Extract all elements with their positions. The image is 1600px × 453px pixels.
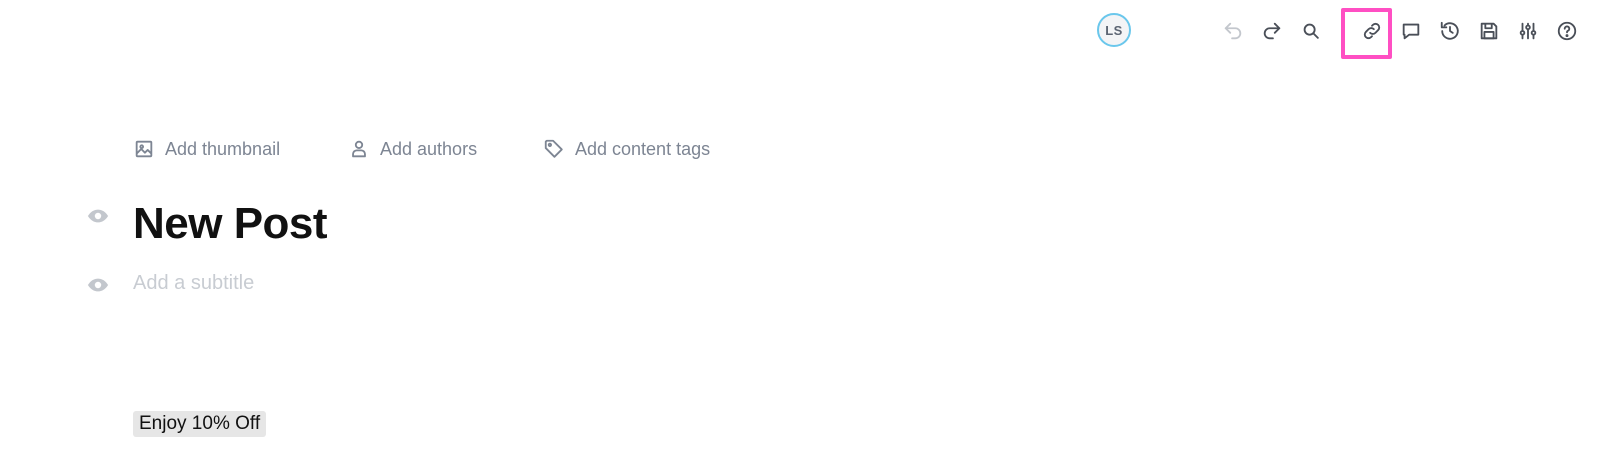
settings-button[interactable]: [1511, 14, 1545, 48]
add-thumbnail-label: Add thumbnail: [165, 138, 281, 159]
person-icon: [352, 140, 366, 158]
search-icon: [1303, 23, 1319, 39]
eye-icon: [87, 209, 109, 223]
subtitle-input[interactable]: Add a subtitle: [133, 272, 254, 295]
title-visibility-toggle[interactable]: [86, 204, 110, 228]
help-icon: [1557, 21, 1577, 41]
tag-icon: [544, 139, 563, 158]
post-title[interactable]: New Post: [133, 199, 328, 249]
promo-text[interactable]: Enjoy 10% Off: [133, 411, 267, 437]
help-button[interactable]: [1550, 14, 1584, 48]
comment-button[interactable]: [1394, 14, 1428, 48]
user-avatar[interactable]: LS: [1097, 13, 1131, 47]
undo-button[interactable]: [1216, 14, 1250, 48]
redo-icon: [1263, 22, 1281, 40]
save-button[interactable]: [1472, 14, 1506, 48]
add-authors-button[interactable]: Add authors: [348, 135, 477, 163]
undo-icon: [1224, 22, 1242, 40]
link-icon: [1363, 22, 1381, 40]
history-button[interactable]: [1433, 14, 1467, 48]
link-button[interactable]: [1355, 14, 1389, 48]
subtitle-visibility-toggle[interactable]: [86, 273, 110, 297]
history-icon: [1440, 21, 1459, 40]
search-button[interactable]: [1294, 14, 1328, 48]
eye-icon: [87, 278, 109, 292]
add-content-tags-button[interactable]: Add content tags: [543, 135, 710, 163]
editor-page: LS Add thumbnail Add authors Add content…: [0, 0, 1600, 453]
redo-button[interactable]: [1255, 14, 1289, 48]
add-authors-label: Add authors: [380, 138, 478, 159]
save-icon: [1480, 22, 1498, 40]
comment-icon: [1402, 23, 1420, 40]
add-thumbnail-button[interactable]: Add thumbnail: [133, 135, 280, 163]
image-icon: [135, 140, 153, 158]
sliders-icon: [1519, 22, 1537, 40]
add-content-tags-label: Add content tags: [575, 138, 711, 159]
